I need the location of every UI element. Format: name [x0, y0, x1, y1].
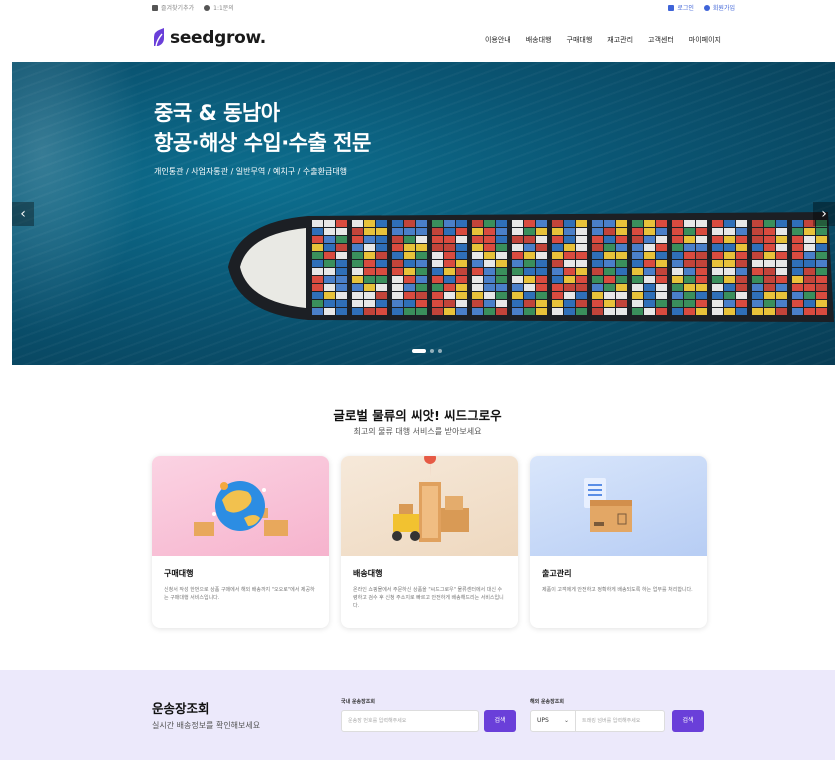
card-description: 제품이 고객에게 안전하고 정확하게 배송되도록 하는 업무를 처리합니다.	[542, 587, 693, 593]
tracking-subtitle: 실시간 배송정보를 확인해보세요	[152, 721, 261, 730]
nav-item-shipping[interactable]: 배송대행	[526, 35, 552, 45]
delivery-boxes-icon	[392, 456, 469, 542]
bookmark-link[interactable]: 즐겨찾기추가	[152, 3, 194, 12]
signup-link[interactable]: 회원가입	[703, 3, 735, 12]
carrier-select[interactable]: UPS ⌄	[530, 710, 576, 732]
slide-dot[interactable]	[438, 349, 442, 353]
domestic-search-button[interactable]: 검색	[484, 710, 516, 732]
top-utility-bar: 즐겨찾기추가 1:1문의 로그인 회원가입	[0, 0, 835, 16]
overseas-tracking-input[interactable]: 트래킹 넘버를 입력해주세요	[575, 710, 665, 732]
cargo-ship-image	[228, 212, 834, 322]
globe-shopping-icon	[194, 481, 288, 536]
hero-banner: 중국 & 동남아 항공·해상 수입·수출 전문 개인통관 / 사업자통관 / 일…	[12, 62, 835, 365]
service-card-shipping[interactable]: 배송대행 온라인 쇼핑몰에서 주문하신 상품을 "씨드그로우" 물류센터에서 대…	[341, 456, 518, 628]
prev-slide-button[interactable]: ‹	[12, 202, 34, 226]
tracking-title: 운송장조회	[152, 701, 210, 716]
card-description: 온라인 쇼핑몰에서 주문하신 상품을 "씨드그로우" 물류센터에서 대신 수령하…	[353, 587, 504, 609]
next-slide-button[interactable]: ›	[813, 202, 835, 226]
overseas-search-button[interactable]: 검색	[672, 710, 704, 732]
hero-subtitle: 개인통관 / 사업자통관 / 일반무역 / 예치구 / 수출환급대행	[154, 167, 348, 176]
nav-item-guide[interactable]: 이용안내	[485, 35, 511, 45]
user-icon	[703, 4, 710, 11]
login-icon	[668, 4, 675, 11]
site-logo[interactable]: seedgrow.	[152, 28, 266, 48]
card-title: 구매대행	[164, 569, 194, 578]
nav-item-mypage[interactable]: 마이페이지	[689, 35, 721, 45]
domestic-tracking-input[interactable]: 운송장 번호를 입력해주세요	[341, 710, 479, 732]
shipping-illustration	[341, 456, 518, 556]
card-title: 배송대행	[353, 569, 383, 578]
question-icon	[204, 4, 211, 11]
chevron-down-icon: ⌄	[563, 717, 569, 724]
intro-subtitle: 최고의 물류 대행 서비스를 받아보세요	[353, 427, 482, 436]
nav-item-purchase[interactable]: 구매대행	[567, 35, 593, 45]
overseas-tracking-label: 해외 운송장조회	[530, 699, 564, 705]
slide-dot[interactable]	[430, 349, 434, 353]
bookmark-icon	[152, 4, 158, 11]
purchase-illustration	[152, 456, 329, 556]
inquiry-link[interactable]: 1:1문의	[204, 3, 234, 12]
service-card-purchase[interactable]: 구매대행 신청서 작성 한번으로 상품 구매에서 해외 배송까지 "오오로"에서…	[152, 456, 329, 628]
outbound-illustration	[530, 456, 707, 556]
intro-title: 글로벌 물류의 씨앗! 씨드그로우	[333, 408, 502, 423]
tracking-section: 운송장조회 실시간 배송정보를 확인해보세요 국내 운송장조회 운송장 번호를 …	[0, 670, 835, 760]
domestic-tracking-label: 국내 운송장조회	[341, 699, 375, 705]
slide-indicator	[412, 349, 442, 353]
slide-dot[interactable]	[412, 349, 426, 353]
seed-logo-icon	[154, 28, 164, 47]
card-title: 출고관리	[542, 569, 572, 578]
hero-title: 중국 & 동남아 항공·해상 수입·수출 전문	[154, 101, 371, 155]
service-card-outbound[interactable]: 출고관리 제품이 고객에게 안전하고 정확하게 배송되도록 하는 업무를 처리합…	[530, 456, 707, 628]
nav-item-inventory[interactable]: 재고관리	[607, 35, 633, 45]
package-clipboard-icon	[584, 478, 632, 532]
site-header: seedgrow. 이용안내 배송대행 구매대행 재고관리 고객센터 마이페이지	[0, 16, 835, 62]
main-nav: 이용안내 배송대행 구매대행 재고관리 고객센터 마이페이지	[485, 35, 721, 45]
card-description: 신청서 작성 한번으로 상품 구매에서 해외 배송까지 "오오로"에서 제공하는…	[164, 587, 315, 601]
nav-item-support[interactable]: 고객센터	[648, 35, 674, 45]
login-link[interactable]: 로그인	[668, 3, 694, 12]
